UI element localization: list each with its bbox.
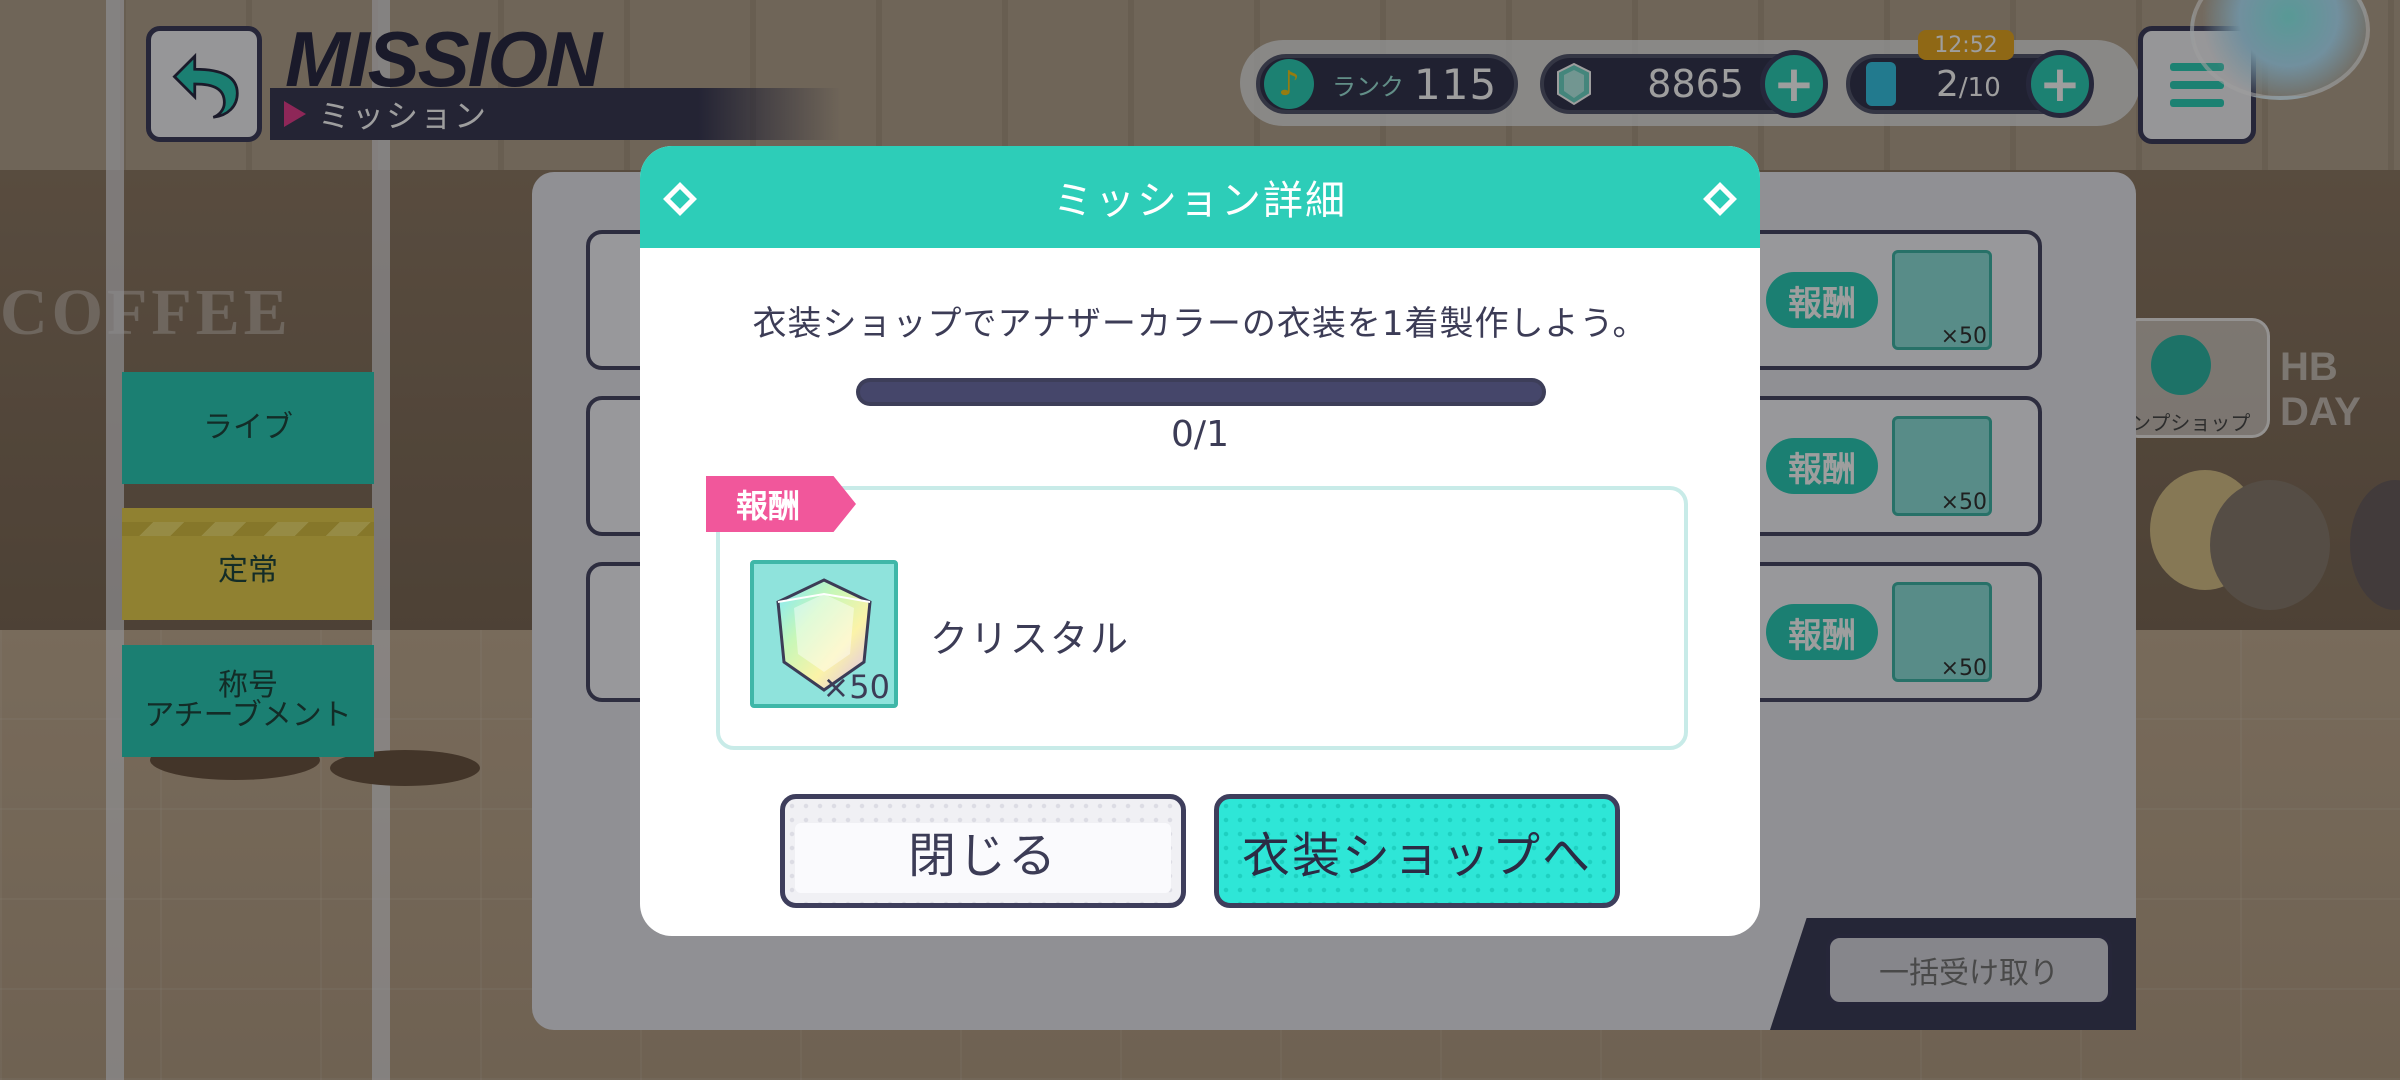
go-to-costume-shop-button[interactable]: 衣装ショップへ: [1214, 794, 1620, 908]
reward-item-name: クリスタル: [930, 617, 1131, 661]
reward-label: 報酬: [706, 476, 856, 532]
close-button-label: 閉じる: [907, 828, 1058, 884]
reward-crystal-icon: ×50: [750, 560, 898, 708]
mission-description: 衣装ショップでアナザーカラーの衣装を1着製作しよう。: [752, 304, 1648, 344]
reward-quantity: ×50: [822, 668, 890, 706]
dialog-header: ミッション詳細: [640, 146, 1760, 248]
close-button[interactable]: 閉じる: [780, 794, 1186, 908]
diamond-icon: [663, 182, 697, 216]
mission-progress-bar: [856, 378, 1546, 406]
dialog-title: ミッション詳細: [1053, 178, 1347, 224]
diamond-icon: [1703, 182, 1737, 216]
go-button-label: 衣装ショップへ: [1241, 828, 1592, 884]
progress-text: 0/1: [1171, 414, 1229, 455]
mission-detail-dialog: ミッション詳細 衣装ショップでアナザーカラーの衣装を1着製作しよう。 0/1 報…: [640, 146, 1760, 936]
